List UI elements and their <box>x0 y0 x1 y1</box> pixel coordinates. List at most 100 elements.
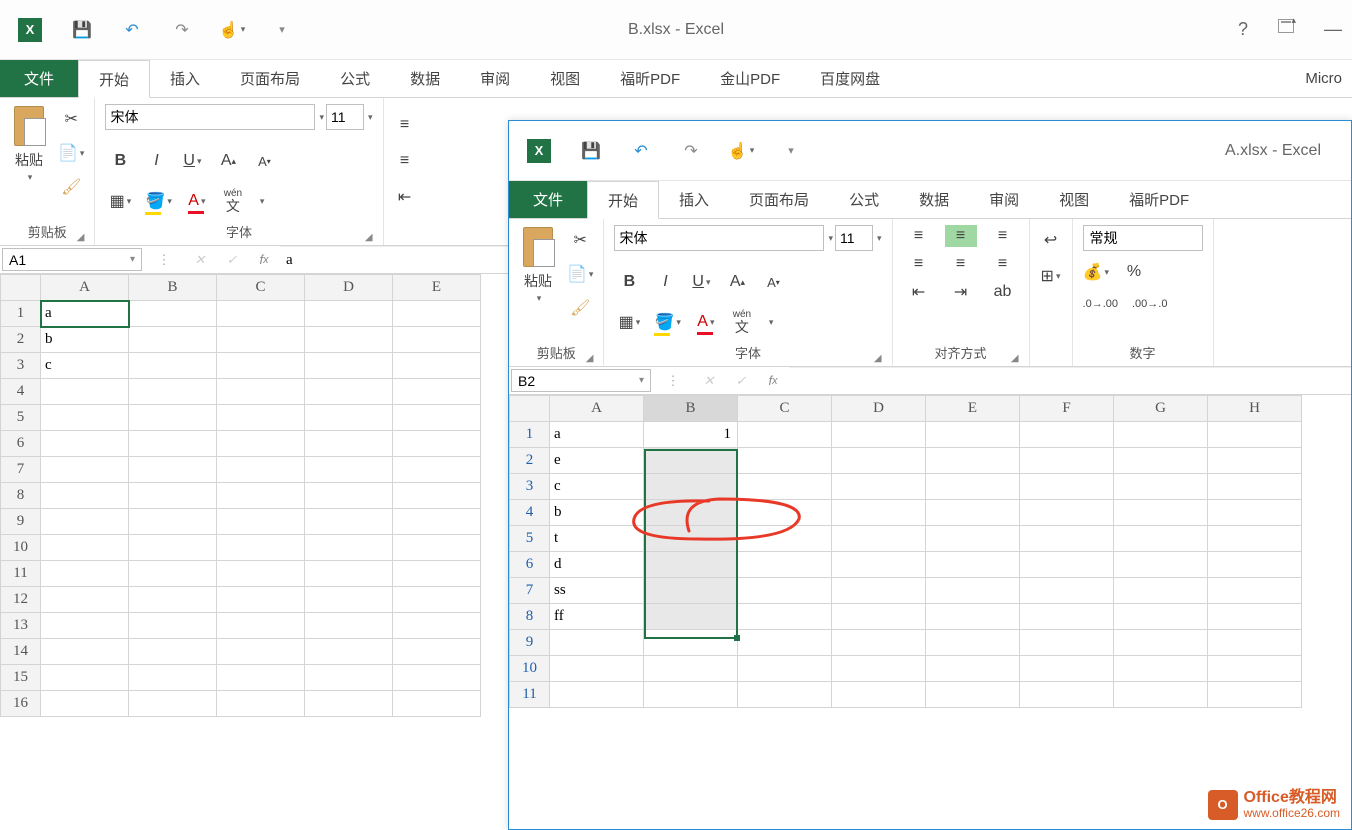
row-header[interactable]: 6 <box>1 431 41 457</box>
tab-insert[interactable]: 插入 <box>659 181 729 218</box>
cell[interactable] <box>129 561 217 587</box>
cell[interactable] <box>129 379 217 405</box>
cell[interactable] <box>129 457 217 483</box>
align-right-icon[interactable]: ≡ <box>987 253 1019 275</box>
cell[interactable] <box>1114 552 1208 578</box>
cell[interactable] <box>832 526 926 552</box>
cell[interactable] <box>217 353 305 379</box>
cell[interactable] <box>644 552 738 578</box>
cell[interactable] <box>1208 578 1302 604</box>
row-header[interactable]: 2 <box>1 327 41 353</box>
cancel-formula-icon[interactable]: ✕ <box>693 367 725 394</box>
cell[interactable] <box>926 656 1020 682</box>
row-header[interactable]: 16 <box>1 691 41 717</box>
cell[interactable] <box>41 457 129 483</box>
qat-dropdown-icon[interactable]: ▾ <box>272 20 292 40</box>
cell[interactable] <box>644 604 738 630</box>
undo-icon[interactable]: ↶ <box>122 20 142 40</box>
enter-formula-icon[interactable]: ✓ <box>216 246 248 273</box>
cell[interactable] <box>644 630 738 656</box>
touch-mode-icon[interactable]: ☝▾ <box>731 141 751 161</box>
row-header[interactable]: 6 <box>510 552 550 578</box>
cell[interactable] <box>1208 682 1302 708</box>
cell[interactable] <box>305 535 393 561</box>
row-header[interactable]: 14 <box>1 639 41 665</box>
cell[interactable] <box>1020 474 1114 500</box>
cell[interactable] <box>1114 578 1208 604</box>
save-icon[interactable]: 💾 <box>581 141 601 161</box>
cell[interactable] <box>1208 500 1302 526</box>
cell[interactable] <box>393 639 481 665</box>
cell[interactable] <box>129 665 217 691</box>
cell[interactable] <box>129 587 217 613</box>
align-left-icon[interactable]: ≡ <box>903 253 935 275</box>
cell[interactable] <box>1020 500 1114 526</box>
cell[interactable] <box>738 552 832 578</box>
cell[interactable] <box>832 552 926 578</box>
tab-account[interactable]: Micro <box>1305 60 1352 97</box>
cell[interactable] <box>393 327 481 353</box>
save-icon[interactable]: 💾 <box>72 20 92 40</box>
tab-review[interactable]: 审阅 <box>969 181 1039 218</box>
row-header[interactable]: 4 <box>510 500 550 526</box>
cell[interactable] <box>217 457 305 483</box>
cell[interactable] <box>393 665 481 691</box>
font-name-input[interactable] <box>105 104 315 130</box>
cell[interactable] <box>217 301 305 327</box>
cell[interactable] <box>1208 474 1302 500</box>
cell[interactable] <box>738 448 832 474</box>
cell[interactable] <box>129 405 217 431</box>
paste-button[interactable]: 粘贴 ▾ <box>10 104 48 183</box>
row-header[interactable]: 8 <box>1 483 41 509</box>
cell[interactable] <box>1208 552 1302 578</box>
cell[interactable]: a <box>41 301 129 327</box>
cell[interactable] <box>926 526 1020 552</box>
cell[interactable] <box>1114 682 1208 708</box>
cell[interactable] <box>129 509 217 535</box>
cell[interactable] <box>644 474 738 500</box>
cell[interactable] <box>1020 630 1114 656</box>
tab-page-layout[interactable]: 页面布局 <box>220 60 320 97</box>
paste-button[interactable]: 粘贴 ▾ <box>519 225 557 304</box>
font-color-icon[interactable]: A▾ <box>186 190 208 212</box>
align-bottom-icon[interactable]: ≡ <box>987 225 1019 247</box>
row-header[interactable]: 2 <box>510 448 550 474</box>
cell[interactable]: d <box>550 552 644 578</box>
font-name-input[interactable] <box>614 225 824 251</box>
cell[interactable] <box>305 379 393 405</box>
increase-font-icon[interactable]: A▴ <box>217 150 239 172</box>
cell[interactable] <box>41 639 129 665</box>
clipboard-dialog-launcher-icon[interactable]: ◢ <box>586 353 594 364</box>
tab-home[interactable]: 开始 <box>78 60 150 98</box>
cell[interactable] <box>738 526 832 552</box>
cell[interactable] <box>41 587 129 613</box>
row-header[interactable]: 12 <box>1 587 41 613</box>
cell[interactable] <box>41 665 129 691</box>
cell[interactable] <box>305 405 393 431</box>
cell[interactable] <box>217 405 305 431</box>
cell[interactable]: t <box>550 526 644 552</box>
cell[interactable]: c <box>550 474 644 500</box>
row-header[interactable]: 4 <box>1 379 41 405</box>
indent-icon[interactable]: ⇤ <box>394 186 416 208</box>
font-dialog-launcher-icon[interactable]: ◢ <box>874 353 882 364</box>
cell[interactable] <box>393 691 481 717</box>
copy-icon[interactable]: 📄▾ <box>58 142 84 164</box>
cell[interactable] <box>217 639 305 665</box>
column-header[interactable]: E <box>926 396 1020 422</box>
cancel-formula-icon[interactable]: ✕ <box>184 246 216 273</box>
borders-icon[interactable]: ▦▾ <box>618 311 640 333</box>
tab-data[interactable]: 数据 <box>899 181 969 218</box>
cell[interactable] <box>832 604 926 630</box>
tab-formulas[interactable]: 公式 <box>320 60 390 97</box>
name-box[interactable]: A1▾ <box>2 248 142 271</box>
column-header[interactable]: F <box>1020 396 1114 422</box>
column-header[interactable]: D <box>305 275 393 301</box>
cell[interactable] <box>393 301 481 327</box>
cell[interactable] <box>644 656 738 682</box>
row-header[interactable]: 9 <box>510 630 550 656</box>
align-top-icon[interactable]: ≡ <box>394 114 416 136</box>
cell[interactable] <box>644 526 738 552</box>
cell[interactable] <box>738 682 832 708</box>
cell[interactable] <box>305 327 393 353</box>
